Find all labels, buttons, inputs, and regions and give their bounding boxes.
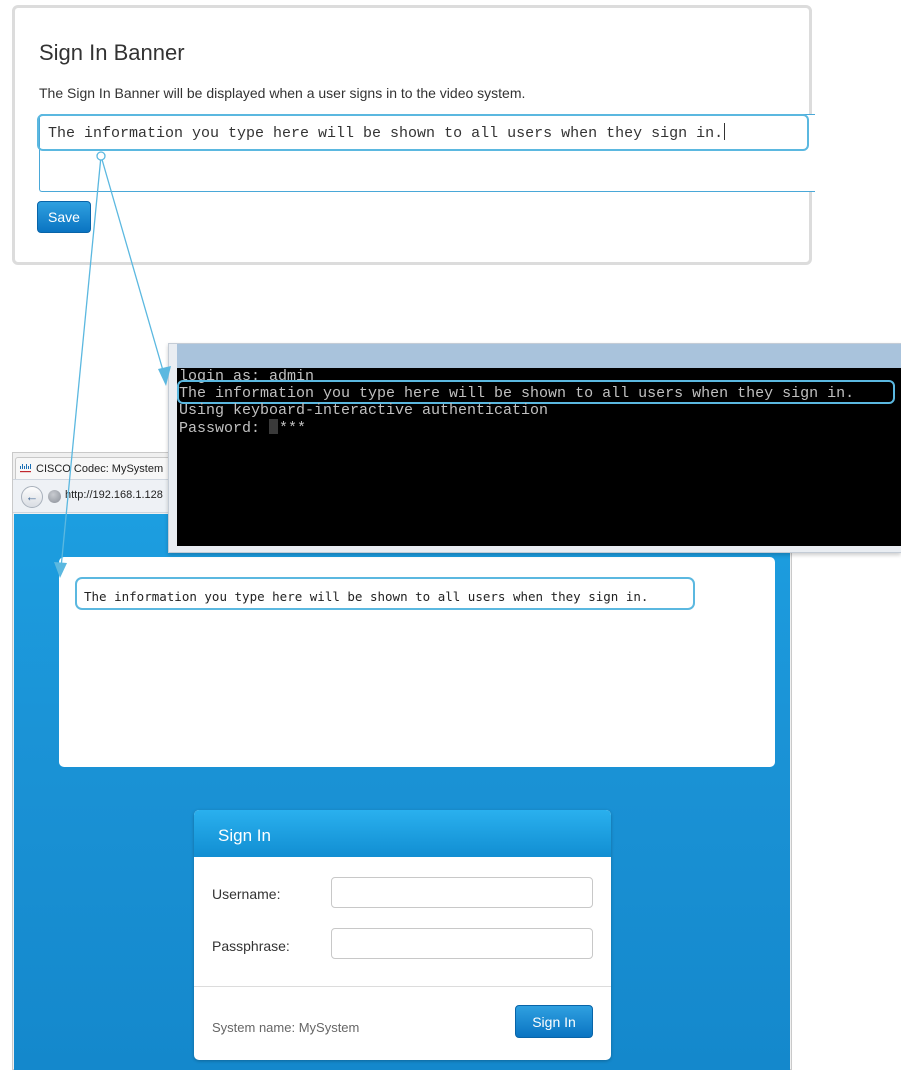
sign-in-banner-panel: Sign In Banner The Sign In Banner will b… <box>12 5 815 265</box>
terminal-cursor <box>269 419 279 434</box>
terminal-line: Password: *** <box>179 419 306 437</box>
save-button[interactable]: Save <box>37 201 91 233</box>
text-caret <box>724 123 726 140</box>
page-viewport: The information you type here will be sh… <box>14 514 790 1070</box>
banner-text-field[interactable]: The information you type here will be sh… <box>39 114 815 192</box>
address-bar[interactable]: http://192.168.1.128 <box>65 489 163 501</box>
ssh-terminal-window: login as: admin The information you type… <box>168 343 901 553</box>
cisco-logo-icon <box>20 464 31 473</box>
signin-card: Sign In Username: Passphrase: System nam… <box>194 810 611 1060</box>
login-banner: The information you type here will be sh… <box>59 557 775 767</box>
username-label: Username: <box>212 886 281 902</box>
login-banner-text: The information you type here will be sh… <box>84 589 649 604</box>
password-mask: *** <box>279 420 307 437</box>
system-name: System name: MySystem <box>212 1020 360 1035</box>
tab-title: CISCO Codec: MySystem <box>36 463 164 475</box>
terminal-line: Using keyboard-interactive authenticatio… <box>179 402 549 419</box>
back-arrow-icon[interactable]: ← <box>21 486 43 508</box>
signin-header: Sign In <box>194 810 611 857</box>
divider <box>194 986 611 987</box>
terminal-screen[interactable]: login as: admin The information you type… <box>177 368 901 546</box>
banner-text-value: The information you type here will be sh… <box>48 125 724 142</box>
terminal-line: The information you type here will be sh… <box>179 385 855 402</box>
panel-title: Sign In Banner <box>39 40 185 65</box>
passphrase-input[interactable] <box>331 928 593 959</box>
sign-in-button[interactable]: Sign In <box>515 1005 593 1038</box>
username-input[interactable] <box>331 877 593 908</box>
passphrase-label: Passphrase: <box>212 938 290 954</box>
terminal-titlebar[interactable] <box>177 344 901 368</box>
globe-icon <box>48 490 61 503</box>
signin-title: Sign In <box>218 826 271 845</box>
password-prompt: Password: <box>179 420 270 437</box>
panel-description: The Sign In Banner will be displayed whe… <box>39 85 526 101</box>
